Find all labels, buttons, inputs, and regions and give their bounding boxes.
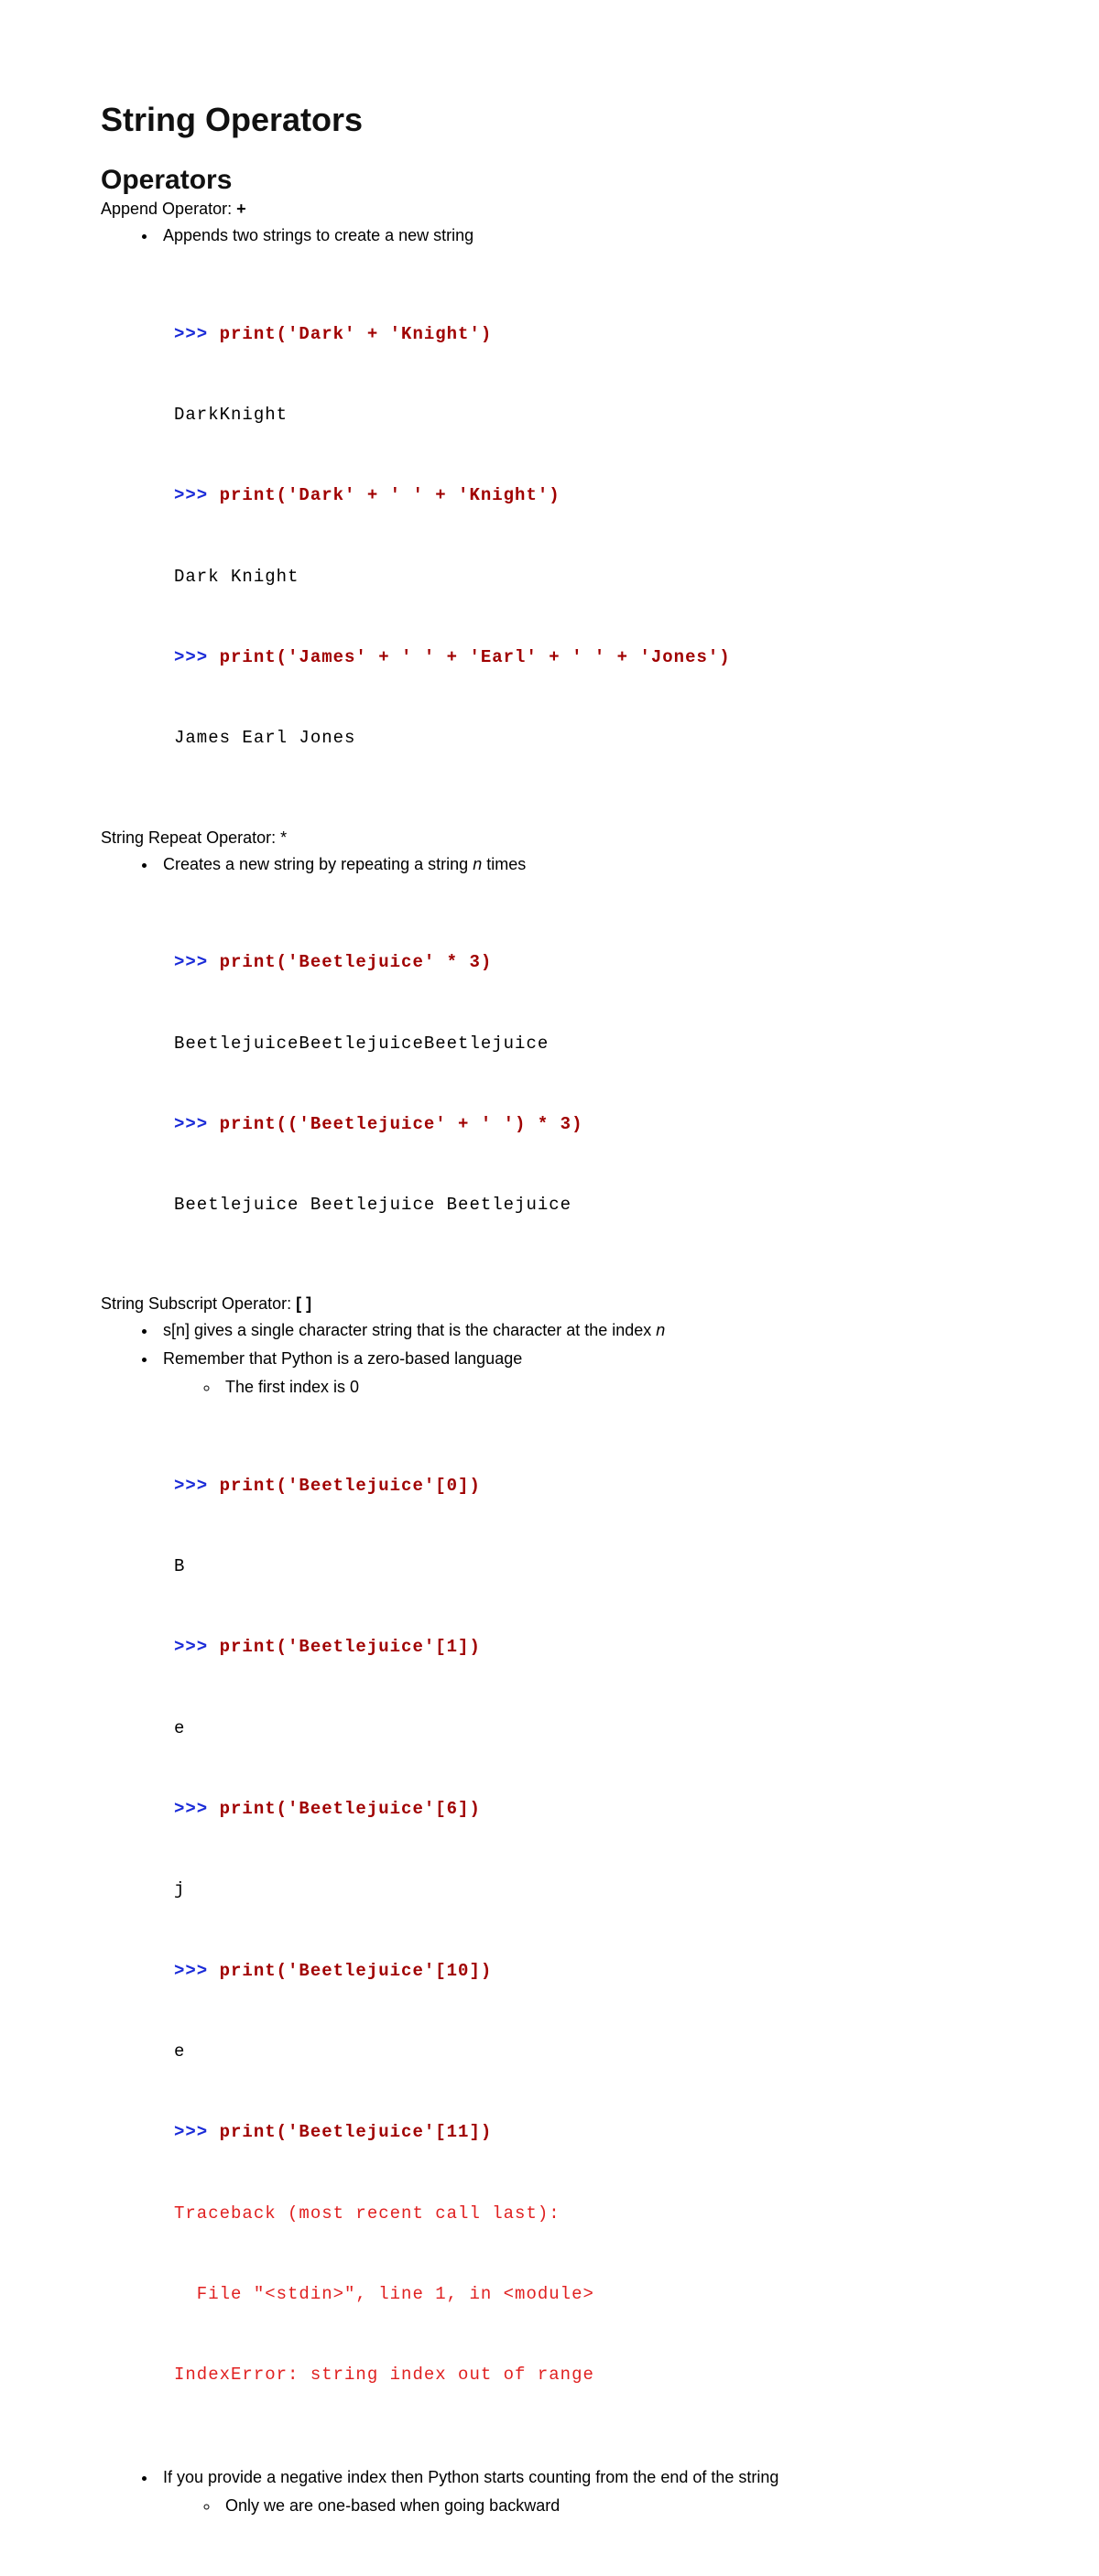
repl-error: Traceback (most recent call last): [174,2201,998,2227]
list-item: Appends two strings to create a new stri… [158,222,998,249]
repl-command: print('Dark' + 'Knight') [220,324,493,344]
subscript-bullet3: If you provide a negative index then Pyt… [163,2468,778,2486]
subscript-sub-bullets-2: Only we are one-based when going backwar… [163,2493,998,2519]
repl-output: Beetlejuice Beetlejuice Beetlejuice [174,1192,998,1218]
subscript-label: String Subscript Operator: [101,1294,296,1313]
repl-prompt: >>> [174,2122,220,2142]
subscript-operator-heading: String Subscript Operator: [ ] [101,1294,998,1314]
repl-command: print('Beetlejuice'[11]) [220,2122,493,2142]
repl-prompt: >>> [174,485,220,505]
repl-command: print('Beetlejuice'[1]) [220,1637,481,1657]
repl-output: e [174,1716,998,1742]
repl-prompt: >>> [174,1799,220,1819]
repeat-bullet-suffix: times [482,855,526,873]
repl-output: Dark Knight [174,564,998,590]
repl-prompt: >>> [174,952,220,972]
repl-output: James Earl Jones [174,725,998,752]
subscript-bullet2: Remember that Python is a zero-based lan… [163,1349,522,1368]
repl-command: print('Beetlejuice'[0]) [220,1476,481,1496]
list-item: The first index is 0 [220,1374,998,1401]
list-item: Only we are one-based when going backwar… [220,2493,998,2519]
repl-prompt: >>> [174,1637,220,1657]
append-code-block: >>> print('Dark' + 'Knight') DarkKnight … [174,267,998,806]
repl-command: print(('Beetlejuice' + ' ') * 3) [220,1114,583,1134]
subscript-symbol: [ ] [296,1294,311,1313]
subscript-code-block: >>> print('Beetlejuice'[0]) B >>> print(… [174,1419,998,2443]
repeat-operator-heading: String Repeat Operator: * [101,828,998,848]
repl-output: e [174,2039,998,2065]
list-item: s[n] gives a single character string tha… [158,1317,998,1344]
repeat-bullet-prefix: Creates a new string by repeating a stri… [163,855,473,873]
repl-output: B [174,1553,998,1580]
repl-command: print('James' + ' ' + 'Earl' + ' ' + 'Jo… [220,647,731,667]
repl-prompt: >>> [174,647,220,667]
subscript-bullets-top: s[n] gives a single character string tha… [101,1317,998,1400]
repl-output: BeetlejuiceBeetlejuiceBeetlejuice [174,1031,998,1057]
repl-command: print('Beetlejuice'[10]) [220,1961,493,1981]
repl-output: j [174,1877,998,1903]
repl-prompt: >>> [174,324,220,344]
repl-command: print('Beetlejuice' * 3) [220,952,493,972]
doc-title: String Operators [101,101,998,139]
repl-prompt: >>> [174,1961,220,1981]
append-operator-heading: Append Operator: + [101,200,998,219]
repeat-symbol: * [280,828,287,847]
repeat-bullets: Creates a new string by repeating a stri… [101,851,998,878]
append-label: Append Operator: [101,200,236,218]
list-item: Creates a new string by repeating a stri… [158,851,998,878]
repeat-bullet-n: n [473,855,482,873]
repeat-label: String Repeat Operator: [101,828,280,847]
subscript-bullet1-prefix: s[n] gives a single character string tha… [163,1321,656,1339]
subscript-bullet1-n: n [656,1321,665,1339]
document-page: String Operators Operators Append Operat… [0,0,1099,2576]
repl-command: print('Beetlejuice'[6]) [220,1799,481,1819]
append-symbol: + [236,200,246,218]
list-item: If you provide a negative index then Pyt… [158,2464,998,2519]
repl-error: IndexError: string index out of range [174,2362,998,2388]
repl-command: print('Dark' + ' ' + 'Knight') [220,485,560,505]
subscript-bullets-bottom: If you provide a negative index then Pyt… [101,2464,998,2519]
repeat-code-block: >>> print('Beetlejuice' * 3) Beetlejuice… [174,895,998,1272]
section-heading: Operators [101,165,998,196]
repl-error: File "<stdin>", line 1, in <module> [174,2281,998,2308]
append-bullets: Appends two strings to create a new stri… [101,222,998,249]
repl-output: DarkKnight [174,402,998,428]
repl-prompt: >>> [174,1476,220,1496]
subscript-sub-bullets-1: The first index is 0 [163,1374,998,1401]
repl-prompt: >>> [174,1114,220,1134]
list-item: Remember that Python is a zero-based lan… [158,1346,998,1401]
